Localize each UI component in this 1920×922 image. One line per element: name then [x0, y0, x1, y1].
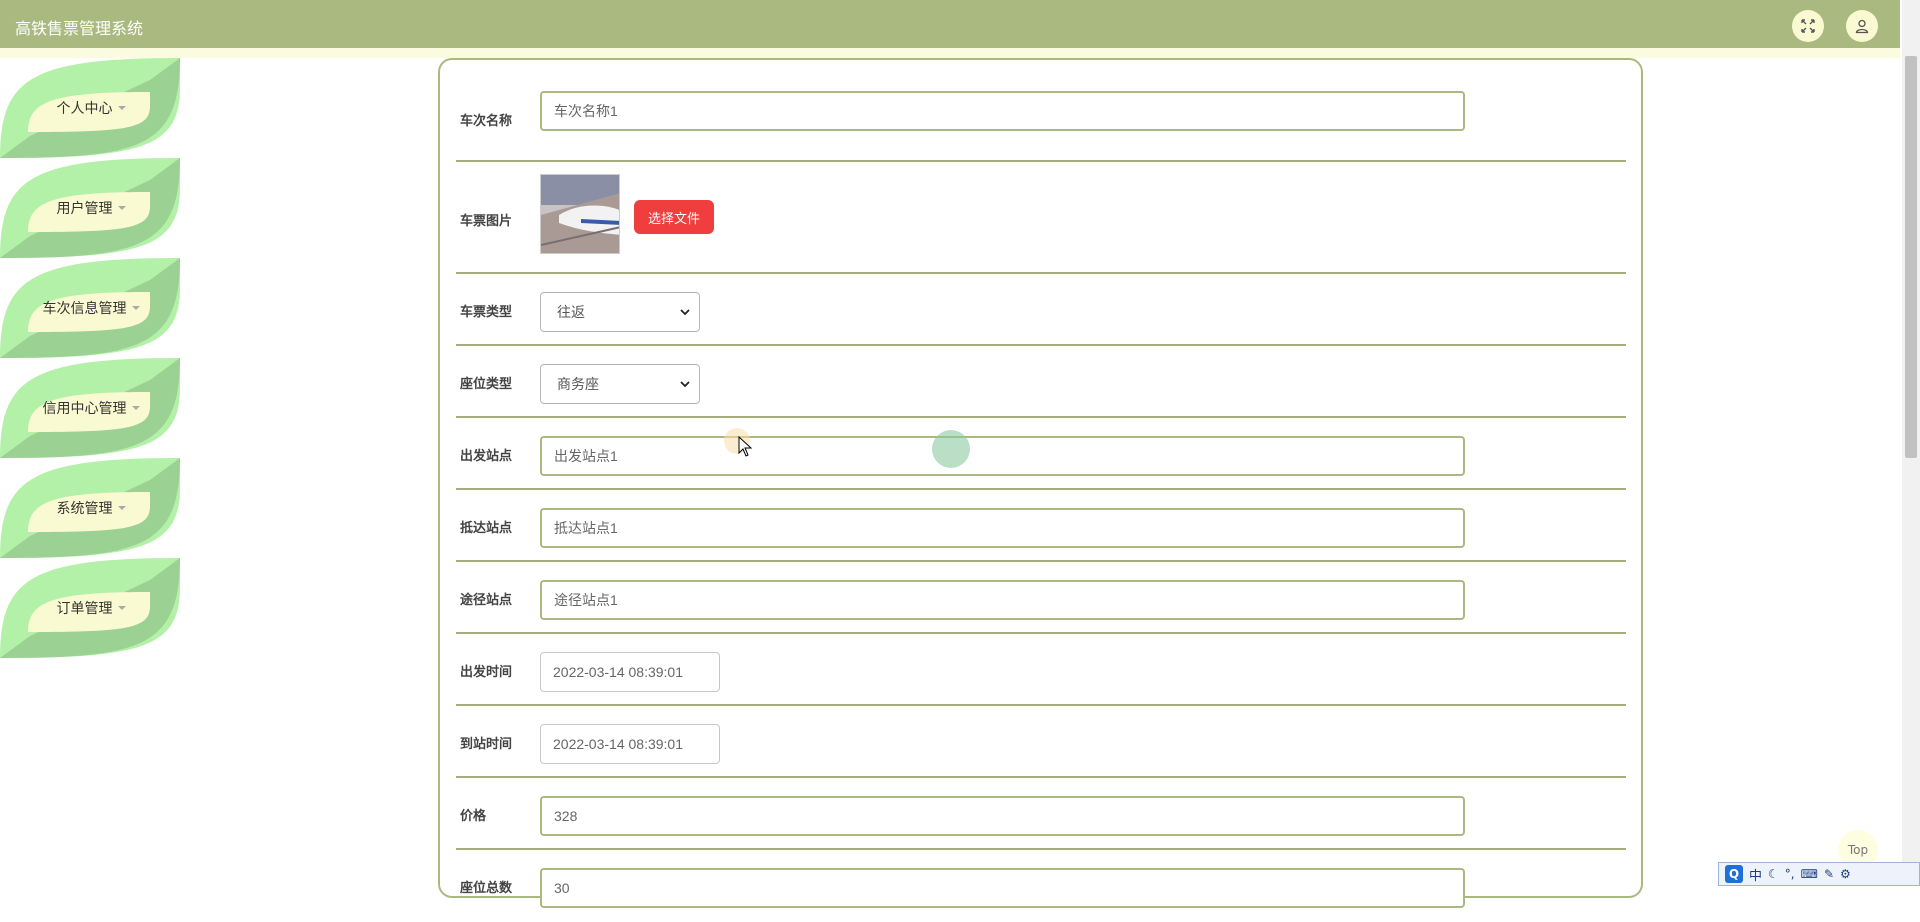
form-row-departure-time: 出发时间 2022-03-14 08:39:01 [456, 634, 1626, 706]
click-indicator [932, 430, 970, 468]
chevron-down-icon [131, 406, 140, 410]
form-row-departure-station: 出发站点 出发站点1 [456, 418, 1626, 490]
form-label: 出发站点 [460, 449, 513, 464]
scrollbar-thumb[interactable] [1905, 56, 1917, 458]
form-row-via-station: 途径站点 途径站点1 [456, 562, 1626, 634]
form-row-ticket-type: 车票类型 往返 [456, 274, 1626, 346]
form-row-price: 价格 328 [456, 778, 1626, 850]
input-value: 抵达站点1 [554, 520, 618, 536]
departure-station-input[interactable]: 出发站点1 [540, 436, 1465, 476]
user-icon[interactable] [1846, 10, 1878, 42]
departure-time-input[interactable]: 2022-03-14 08:39:01 [540, 652, 720, 692]
sidebar-item-label: 订单管理 [56, 601, 113, 617]
form-panel: 车次名称 车次名称1 车票图片 选择文件 车票类型 往返 座位类型 商务座 出发… [438, 58, 1643, 908]
tools-icon[interactable]: ✎ [1824, 867, 1834, 881]
fullscreen-icon[interactable] [1792, 10, 1824, 42]
wrench-icon[interactable]: ⚙ [1840, 867, 1851, 881]
form-label: 座位总数 [460, 881, 513, 896]
form-row-arrival-time: 到站时间 2022-03-14 08:39:01 [456, 706, 1626, 778]
ticket-type-select[interactable]: 往返 [540, 292, 700, 332]
sidebar-item-order-management[interactable]: 订单管理 [0, 558, 180, 658]
sidebar-item-label: 用户管理 [56, 201, 113, 217]
arrival-time-input[interactable]: 2022-03-14 08:39:01 [540, 724, 720, 764]
header-strip [0, 48, 1900, 58]
chevron-down-icon [117, 606, 126, 610]
input-value: 途径站点1 [554, 592, 618, 608]
via-station-input[interactable]: 途径站点1 [540, 580, 1465, 620]
sidebar-item-system-management[interactable]: 系统管理 [0, 458, 180, 558]
input-value: 出发站点1 [554, 448, 618, 464]
chevron-down-icon [117, 106, 126, 110]
form-label: 到站时间 [460, 737, 513, 752]
sidebar-item-user-management[interactable]: 用户管理 [0, 158, 180, 258]
input-value: 328 [554, 808, 578, 824]
form-label: 车票类型 [460, 305, 513, 320]
seat-type-select[interactable]: 商务座 [540, 364, 700, 404]
input-value: 2022-03-14 08:39:01 [553, 664, 683, 680]
form-label: 车票图片 [460, 214, 513, 229]
ime-mode-toggle[interactable]: 中 [1749, 865, 1762, 884]
arrival-station-input[interactable]: 抵达站点1 [540, 508, 1465, 548]
input-value: 车次名称1 [554, 103, 618, 119]
ime-toolbar: Q 中 ☾ °, ⌨ ✎ ⚙ [1718, 862, 1920, 886]
punctuation-icon[interactable]: °, [1785, 867, 1795, 881]
chevron-down-icon [680, 309, 690, 316]
form-row-total-seats: 座位总数 30 [456, 850, 1626, 922]
form-label: 座位类型 [460, 377, 513, 392]
form-row-train-name: 车次名称 车次名称1 [456, 78, 1626, 162]
input-value: 30 [554, 880, 570, 896]
form-row-seat-type: 座位类型 商务座 [456, 346, 1626, 418]
ticket-image-preview [540, 174, 620, 254]
form-label: 价格 [460, 809, 487, 824]
total-seats-input[interactable]: 30 [540, 868, 1465, 908]
chevron-down-icon [680, 381, 690, 388]
form-row-ticket-image: 车票图片 选择文件 [456, 162, 1626, 274]
top-bar: 高铁售票管理系统 [0, 0, 1900, 48]
ime-logo-icon[interactable]: Q [1725, 865, 1743, 883]
page-scrollbar[interactable] [1902, 0, 1920, 886]
sidebar-item-label: 系统管理 [56, 501, 113, 517]
form-label: 抵达站点 [460, 521, 513, 536]
sidebar-item-train-info-management[interactable]: 车次信息管理 [0, 258, 180, 358]
form-label: 出发时间 [460, 665, 513, 680]
form-label: 车次名称 [460, 114, 513, 129]
chevron-down-icon [117, 506, 126, 510]
price-input[interactable]: 328 [540, 796, 1465, 836]
sidebar-item-personal-center[interactable]: 个人中心 [0, 58, 180, 158]
select-value: 商务座 [557, 377, 599, 393]
sidebar-item-label: 个人中心 [56, 101, 113, 117]
choose-file-button[interactable]: 选择文件 [634, 200, 714, 234]
form-label: 途径站点 [460, 593, 513, 608]
select-value: 往返 [557, 305, 585, 321]
train-name-input[interactable]: 车次名称1 [540, 91, 1465, 131]
sidebar-item-label: 信用中心管理 [42, 401, 127, 417]
sidebar-item-label: 车次信息管理 [42, 301, 127, 317]
moon-icon[interactable]: ☾ [1768, 867, 1779, 881]
app-title: 高铁售票管理系统 [15, 19, 144, 38]
sidebar-item-credit-center-management[interactable]: 信用中心管理 [0, 358, 180, 458]
form-row-arrival-station: 抵达站点 抵达站点1 [456, 490, 1626, 562]
input-value: 2022-03-14 08:39:01 [553, 736, 683, 752]
mouse-cursor-icon [738, 436, 753, 457]
chevron-down-icon [117, 206, 126, 210]
chevron-down-icon [131, 306, 140, 310]
keyboard-icon[interactable]: ⌨ [1801, 867, 1818, 881]
